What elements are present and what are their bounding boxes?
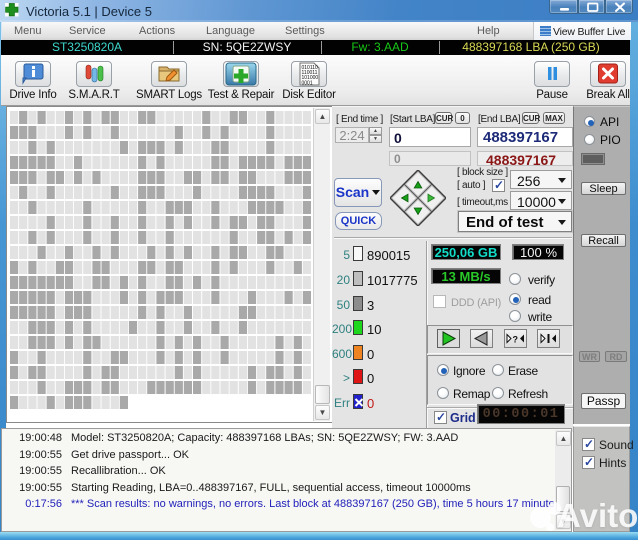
svg-text:0001: 0001 (302, 80, 313, 86)
svg-text:?: ? (513, 335, 519, 345)
